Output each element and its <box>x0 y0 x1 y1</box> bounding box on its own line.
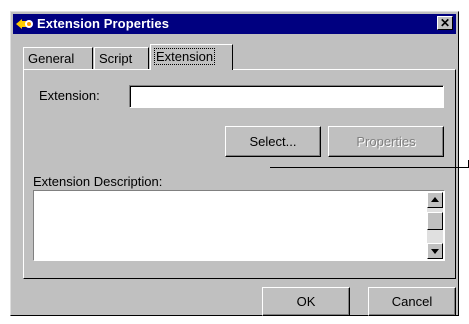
ok-button-label: OK <box>296 294 316 309</box>
scroll-thumb[interactable] <box>427 212 443 230</box>
window-title: Extension Properties <box>37 16 170 31</box>
cancel-button-label: Cancel <box>391 294 433 309</box>
extension-properties-dialog: Extension Properties ✕ General Script Ex… <box>10 11 459 316</box>
scroll-up-button[interactable] <box>427 192 443 208</box>
cancel-button[interactable]: Cancel <box>368 287 456 316</box>
ok-button[interactable]: OK <box>262 287 350 316</box>
description-scrollbar[interactable] <box>427 192 443 259</box>
title-bar[interactable]: Extension Properties ✕ <box>13 14 456 34</box>
extension-description-textarea[interactable] <box>33 190 445 261</box>
tab-script[interactable]: Script <box>94 47 149 69</box>
select-button[interactable]: Select... <box>225 126 321 157</box>
arrow-down-icon <box>431 249 439 254</box>
extension-label: Extension: <box>39 88 100 103</box>
extension-app-icon <box>16 19 33 29</box>
extension-tab-panel: Extension: Select... Properties Extensio… <box>23 69 456 279</box>
properties-button[interactable]: Properties <box>328 126 444 157</box>
properties-button-label: Properties <box>356 134 416 149</box>
extension-description-label: Extension Description: <box>33 174 163 189</box>
close-icon: ✕ <box>439 16 451 30</box>
tab-general[interactable]: General <box>23 47 93 69</box>
select-button-label: Select... <box>249 134 297 149</box>
close-button[interactable]: ✕ <box>437 16 453 30</box>
tab-script-label: Script <box>99 51 133 66</box>
callout-line <box>270 167 468 168</box>
tab-extension-label: Extension <box>153 48 216 65</box>
scroll-down-button[interactable] <box>427 243 443 259</box>
extension-input[interactable] <box>129 85 444 108</box>
tab-extension[interactable]: Extension <box>150 44 233 70</box>
arrow-up-icon <box>431 197 439 202</box>
tab-general-label: General <box>28 51 75 66</box>
